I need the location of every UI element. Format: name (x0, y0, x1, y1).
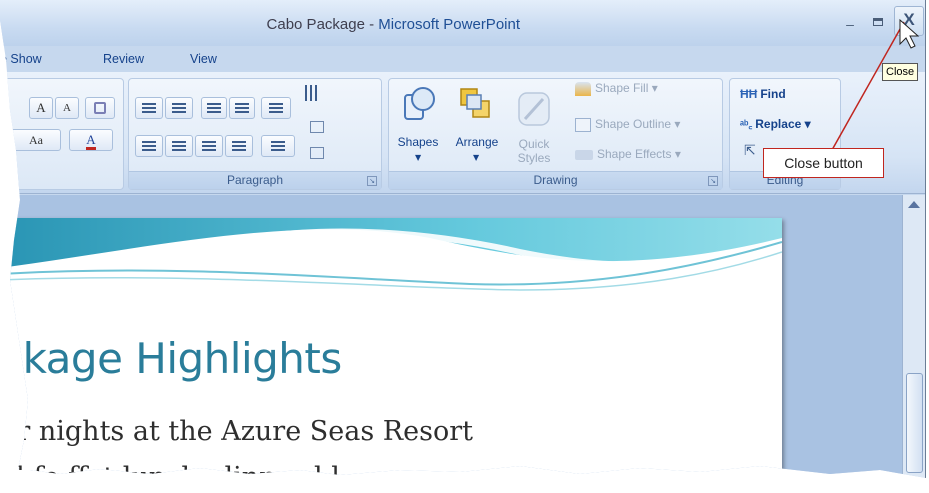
font-group: A A Aa A (0, 78, 124, 190)
convert-smartart-button[interactable] (305, 143, 329, 165)
window-title: Cabo Package - Microsoft PowerPoint (0, 16, 520, 33)
justify-button[interactable] (225, 135, 253, 157)
shape-effects-icon (575, 149, 593, 160)
application-name: Microsoft PowerPoint (378, 16, 520, 33)
vertical-scrollbar[interactable] (902, 195, 925, 478)
find-label: Find (760, 87, 786, 101)
slide-bullet-2: al fo ffet lunch, dinner l l (0, 462, 340, 478)
paragraph-group-label: Paragraph (129, 171, 381, 189)
restore-button[interactable] (866, 10, 890, 34)
minimize-button[interactable]: – (838, 16, 862, 40)
tab-view[interactable]: View (190, 52, 217, 66)
shape-fill-button[interactable]: Shape Fill ▾ (575, 81, 658, 96)
slide-wave-graphic (0, 218, 782, 291)
font-color-button[interactable]: A (69, 129, 113, 151)
align-left-button[interactable] (135, 135, 163, 157)
grow-font-button[interactable]: A (29, 97, 53, 119)
numbering-icon (172, 103, 186, 113)
close-icon: X (903, 10, 915, 29)
grow-font-icon: A (36, 100, 46, 115)
arrange-dropdown-icon: ▼ (473, 153, 480, 162)
drawing-launcher-icon[interactable]: ↘ (708, 176, 718, 186)
drawing-group: Shapes ▼ Arrange ▼ Quick Styles Shape Fi… (388, 78, 723, 190)
text-direction-button[interactable] (297, 85, 327, 107)
tab-slide-show[interactable]: e Show (0, 52, 42, 66)
increase-indent-icon (235, 103, 249, 113)
paragraph-launcher-icon[interactable]: ↘ (367, 176, 377, 186)
align-text-icon (310, 121, 324, 133)
powerpoint-window: Cabo Package - Microsoft PowerPoint – X … (0, 0, 926, 478)
arrange-button[interactable]: Arrange ▼ (449, 83, 505, 162)
align-text-button[interactable] (305, 117, 329, 139)
replace-icon: ᵃᵇ꜀ (740, 119, 753, 131)
columns-icon (271, 141, 285, 151)
scroll-thumb[interactable] (906, 373, 923, 473)
shape-effects-label: Shape Effects (597, 147, 672, 161)
tab-review[interactable]: Review (103, 52, 144, 66)
clear-formatting-icon (94, 102, 106, 114)
align-right-icon (202, 141, 216, 151)
center-icon (172, 141, 186, 151)
slide[interactable]: ckage Highlights ur nights at the Azure … (0, 218, 782, 478)
arrange-label: Arrange (455, 135, 499, 149)
quick-styles-button[interactable]: Quick Styles (509, 83, 559, 165)
ribbon-tabs: e Show Review View (0, 48, 925, 70)
change-case-button[interactable]: Aa (11, 129, 61, 151)
close-button[interactable]: X (894, 6, 924, 36)
document-name: Cabo Package (266, 16, 365, 33)
paragraph-group: Paragraph ↘ (128, 78, 382, 190)
quick-styles-icon (518, 92, 550, 126)
decrease-indent-icon (207, 103, 221, 113)
shape-effects-button[interactable]: Shape Effects ▾ (575, 147, 681, 161)
shrink-font-button[interactable]: A (55, 97, 79, 119)
close-tooltip: Close (882, 63, 919, 81)
shape-outline-label: Shape Outline (595, 117, 672, 131)
select-button[interactable]: ⇱ (744, 143, 756, 159)
slide-bullet-1: ur nights at the Azure Seas Resort (0, 416, 473, 447)
columns-button[interactable] (261, 135, 295, 157)
align-right-button[interactable] (195, 135, 223, 157)
justify-icon (232, 141, 246, 151)
center-button[interactable] (165, 135, 193, 157)
shapes-dropdown-icon: ▼ (415, 153, 422, 162)
align-left-icon (142, 141, 156, 151)
shape-outline-button[interactable]: Shape Outline ▾ (575, 117, 680, 132)
arrange-icon (460, 88, 490, 118)
smartart-icon (310, 147, 324, 159)
decrease-indent-button[interactable] (201, 97, 227, 119)
line-spacing-icon (269, 103, 283, 113)
cursor-icon: ⇱ (744, 143, 756, 159)
numbering-button[interactable] (165, 97, 193, 119)
shrink-font-icon: A (63, 102, 71, 114)
replace-label: Replace (755, 117, 802, 131)
title-bar: Cabo Package - Microsoft PowerPoint – X (0, 0, 925, 46)
shape-fill-label: Shape Fill (595, 81, 649, 95)
bullets-icon (142, 103, 156, 113)
clear-formatting-button[interactable] (85, 97, 115, 119)
change-case-icon: Aa (29, 133, 43, 147)
line-spacing-button[interactable] (261, 97, 291, 119)
pencil-icon (575, 117, 591, 132)
quick-styles-label-2: Styles (517, 151, 551, 165)
find-button[interactable]: ĦĦ Find (740, 87, 786, 101)
shapes-button[interactable]: Shapes ▼ (395, 83, 441, 162)
quick-styles-label-1: Quick (518, 137, 550, 151)
replace-button[interactable]: ᵃᵇ꜀ Replace ▾ (740, 117, 811, 132)
slide-title: ckage Highlights (0, 334, 342, 383)
increase-indent-button[interactable] (229, 97, 255, 119)
shapes-label: Shapes (397, 135, 439, 149)
scroll-up-icon[interactable] (908, 201, 920, 208)
close-button-callout: Close button (763, 148, 884, 178)
drawing-group-label: Drawing (389, 171, 722, 189)
binoculars-icon: ĦĦ (740, 87, 758, 101)
restore-icon (873, 18, 883, 26)
minimize-icon: – (846, 16, 854, 32)
font-color-icon: A (86, 132, 96, 150)
text-direction-icon (305, 85, 319, 101)
paint-bucket-icon (575, 81, 591, 96)
title-separator: - (364, 16, 379, 33)
shapes-icon (404, 87, 435, 120)
bullets-button[interactable] (135, 97, 163, 119)
